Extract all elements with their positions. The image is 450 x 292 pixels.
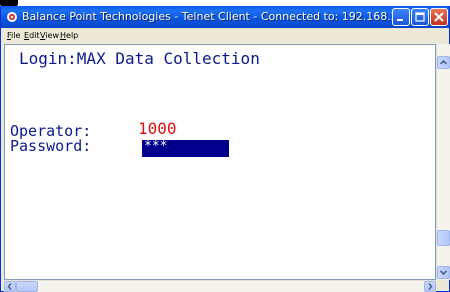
vertical-scrollbar[interactable] [436, 44, 450, 280]
horizontal-scrollbar[interactable] [4, 280, 436, 292]
chevron-down-icon [439, 270, 448, 276]
password-label: Password: [10, 137, 92, 155]
size-grip[interactable] [436, 280, 449, 291]
chevron-right-icon [428, 283, 433, 290]
vertical-scroll-thumb[interactable] [437, 230, 450, 246]
menu-bar: File Edit View Help [1, 28, 449, 44]
terminal-screen[interactable]: Login:MAX Data Collection Operator: 1000… [4, 44, 436, 280]
scroll-left-button[interactable] [4, 281, 16, 292]
scroll-right-button[interactable] [424, 281, 436, 292]
minimize-button[interactable] [392, 8, 410, 26]
horizontal-scroll-thumb[interactable] [16, 281, 38, 292]
chevron-left-icon [7, 283, 12, 290]
title-bar[interactable]: Balance Point Technologies - Telnet Clie… [1, 6, 449, 28]
menu-view[interactable]: View [40, 28, 59, 44]
close-icon [434, 12, 444, 22]
maximize-icon [415, 12, 425, 22]
scroll-down-button[interactable] [437, 266, 450, 279]
maximize-button[interactable] [411, 8, 429, 26]
window-title: Balance Point Technologies - Telnet Clie… [22, 10, 409, 23]
menu-help-rest: elp [66, 31, 79, 40]
menu-help[interactable]: Help [60, 28, 78, 44]
close-button[interactable] [430, 8, 448, 26]
screen-heading: Login:MAX Data Collection [19, 49, 260, 68]
scroll-up-button[interactable] [437, 56, 450, 69]
minimize-icon [397, 19, 403, 21]
menu-edit[interactable]: Edit [24, 28, 40, 44]
menu-file-rest: ile [11, 31, 21, 40]
menu-edit-rest: dit [29, 31, 40, 40]
menu-file[interactable]: File [7, 28, 20, 44]
password-field[interactable]: *** [142, 140, 229, 157]
telnet-app-icon[interactable] [6, 11, 18, 23]
operator-value: 1000 [138, 119, 177, 138]
chevron-up-icon [439, 59, 448, 65]
menu-view-rest: iew [45, 31, 59, 40]
telnet-window: Balance Point Technologies - Telnet Clie… [0, 6, 450, 292]
